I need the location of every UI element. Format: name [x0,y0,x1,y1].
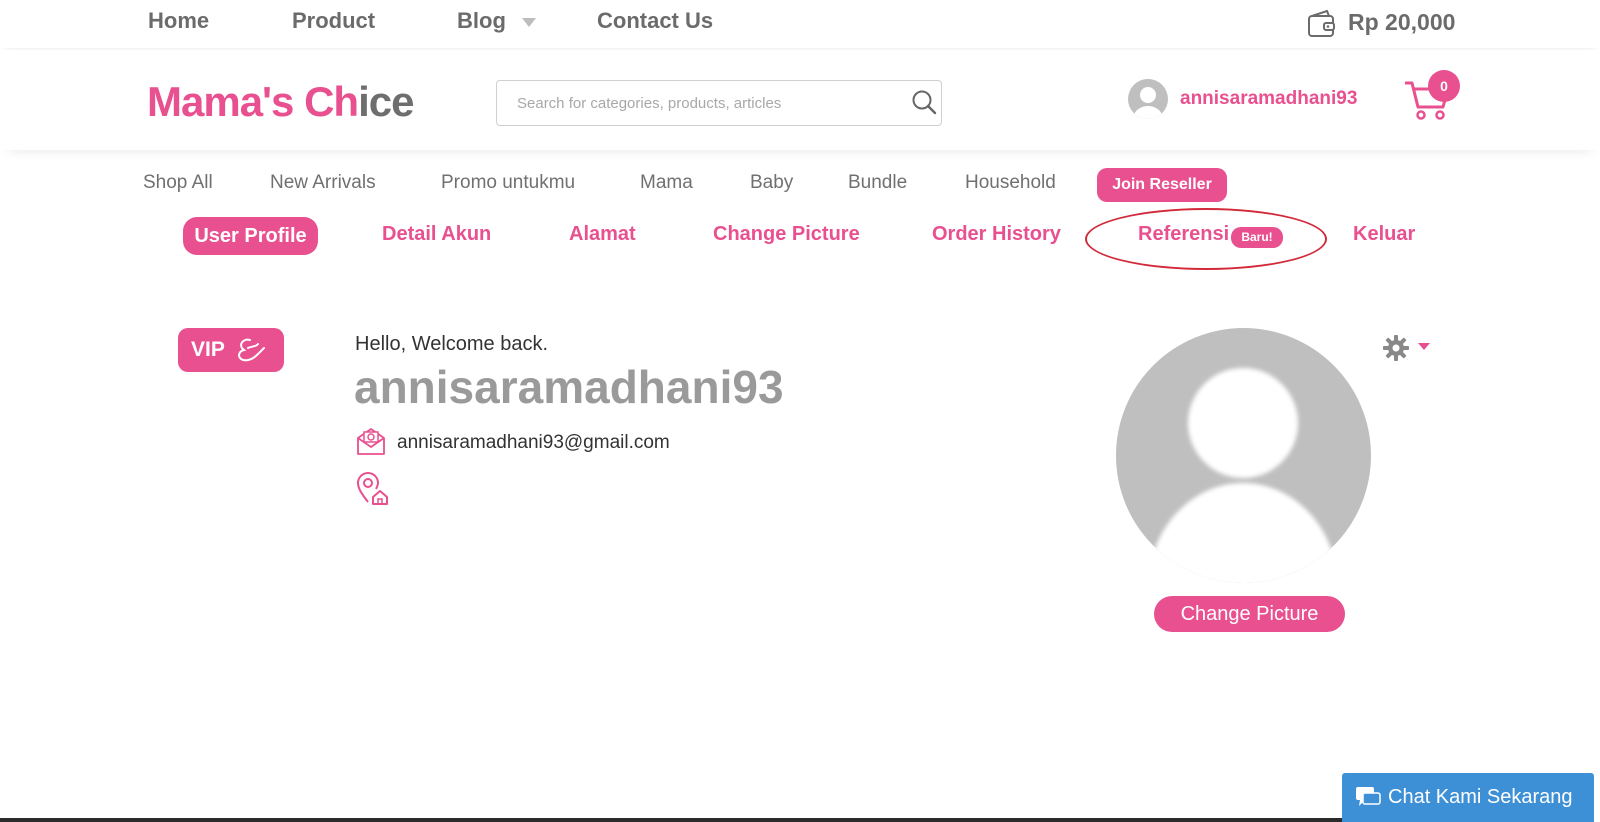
change-picture-button[interactable]: Change Picture [1154,596,1345,632]
cart-count-badge: 0 [1428,70,1460,102]
search-input[interactable] [496,80,942,126]
logo[interactable]: Mama's Chice [147,78,414,126]
category-household[interactable]: Household [965,172,1056,194]
brand-glyph-icon [238,338,265,362]
nav-home[interactable]: Home [148,8,209,34]
email-icon [357,428,385,455]
address-icon [356,472,388,505]
tab-order-history[interactable]: Order History [932,223,1061,246]
category-new-arrivals[interactable]: New Arrivals [270,172,376,194]
category-promo[interactable]: Promo untukmu [441,172,575,194]
taskbar-edge [0,818,1342,822]
chevron-down-icon[interactable] [1418,343,1430,350]
wallet-icon [1308,9,1335,37]
tab-change-picture[interactable]: Change Picture [713,223,860,246]
gear-icon[interactable] [1382,334,1410,362]
tab-keluar[interactable]: Keluar [1353,223,1415,246]
profile-username: annisaramadhani93 [354,361,784,413]
tab-alamat[interactable]: Alamat [569,223,636,246]
highlight-annotation [1085,208,1327,270]
join-reseller-button[interactable]: Join Reseller [1097,168,1227,202]
vip-label: VIP [191,338,225,361]
chat-icon [1356,787,1381,806]
nav-blog[interactable]: Blog [457,8,506,34]
category-mama[interactable]: Mama [640,172,693,194]
nav-product[interactable]: Product [292,8,375,34]
tab-user-profile[interactable]: User Profile [183,217,318,255]
category-bundle[interactable]: Bundle [848,172,907,194]
category-shop-all[interactable]: Shop All [143,172,213,194]
welcome-text: Hello, Welcome back. [355,333,549,355]
user-silhouette-icon [1148,368,1338,583]
logo-text-ice: ice [358,78,414,125]
vip-badge: VIP [178,328,284,372]
profile-email: annisaramadhani93@gmail.com [397,432,670,453]
search-icon[interactable] [910,88,938,116]
wallet-balance[interactable]: Rp 20,000 [1348,9,1455,36]
chevron-down-icon[interactable] [522,18,536,27]
category-baby[interactable]: Baby [750,172,793,194]
chat-label: Chat Kami Sekarang [1388,786,1573,808]
user-silhouette-icon [1133,87,1163,119]
nav-contact-us[interactable]: Contact Us [597,8,713,34]
profile-picture [1116,328,1371,583]
user-avatar[interactable] [1128,79,1168,119]
header-username[interactable]: annisaramadhani93 [1180,88,1357,110]
logo-text-mamas: Mama's Ch [147,78,359,125]
tab-detail-akun[interactable]: Detail Akun [382,223,491,246]
